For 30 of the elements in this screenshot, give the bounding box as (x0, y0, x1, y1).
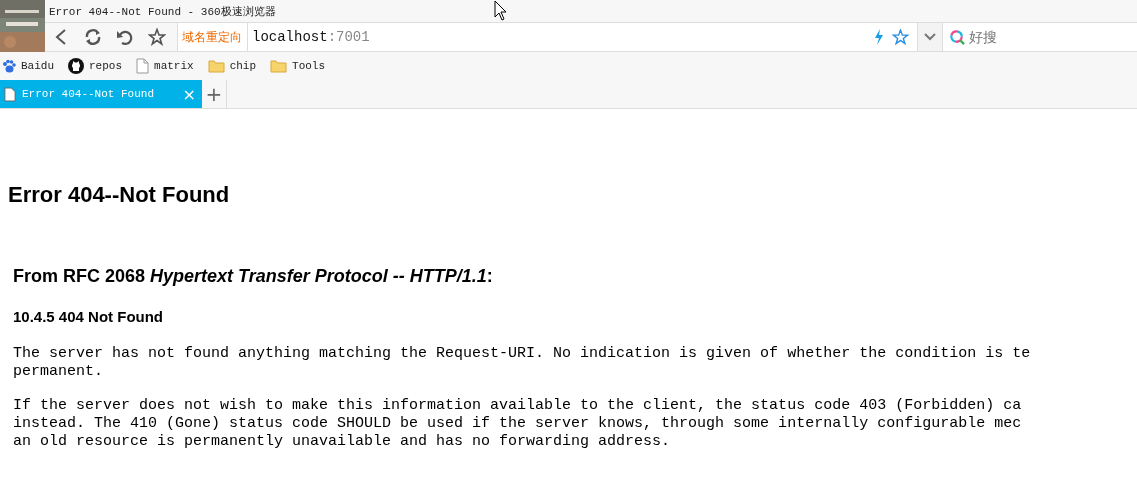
bookmark-item[interactable]: repos (68, 58, 123, 74)
paragraph: The server has not found anything matching the Request-URI. No indication is given of whether the condition is te permanent. (13, 345, 1032, 381)
folder-icon (207, 59, 225, 73)
page-subheading: From RFC 2068 Hypertext Transfer Protocol -- HTTP/1.1: (13, 266, 494, 287)
chevron-down-icon (924, 33, 936, 41)
tab-title: Error 404--Not Found (22, 88, 156, 100)
refresh-icon (83, 28, 103, 46)
star-icon[interactable] (892, 29, 909, 45)
page-icon (4, 86, 16, 102)
dropdown-button[interactable] (917, 23, 943, 51)
back-icon (54, 28, 68, 46)
page-icon (136, 58, 150, 74)
cat-silhouette-icon (68, 58, 84, 74)
lightning-icon[interactable] (874, 29, 884, 45)
bookmark-item[interactable]: Baidu (2, 59, 54, 73)
bookmark-item[interactable]: matrix (136, 58, 194, 74)
bookmark-item[interactable]: chip (207, 59, 257, 73)
star-icon (148, 28, 166, 46)
page-heading: Error 404--Not Found (8, 182, 231, 208)
undo-icon (116, 28, 134, 46)
paragraph: If the server does not wish to make this information available to the client, the status code 403 (Forbidden) ca instead. The 410 (Gone) status code SHOULD be used if the server knows, through some internally configurable mec an old resource is permanently unavailable and has no forwarding address. (13, 397, 1023, 451)
paw-icon (2, 59, 16, 73)
address-bar[interactable]: 域名重定向 localhost:7001 (177, 23, 917, 51)
search-field[interactable]: 好搜 (943, 23, 1137, 51)
window-title: Error 404--Not Found - 360极速浏览器 (49, 4, 276, 19)
url-text: localhost:7001 (252, 29, 371, 45)
bookmark-item[interactable]: Tools (270, 59, 326, 73)
folder-icon (270, 59, 288, 73)
section-heading: 10.4.5 404 Not Found (13, 308, 165, 325)
new-tab-button[interactable]: + (202, 80, 227, 108)
